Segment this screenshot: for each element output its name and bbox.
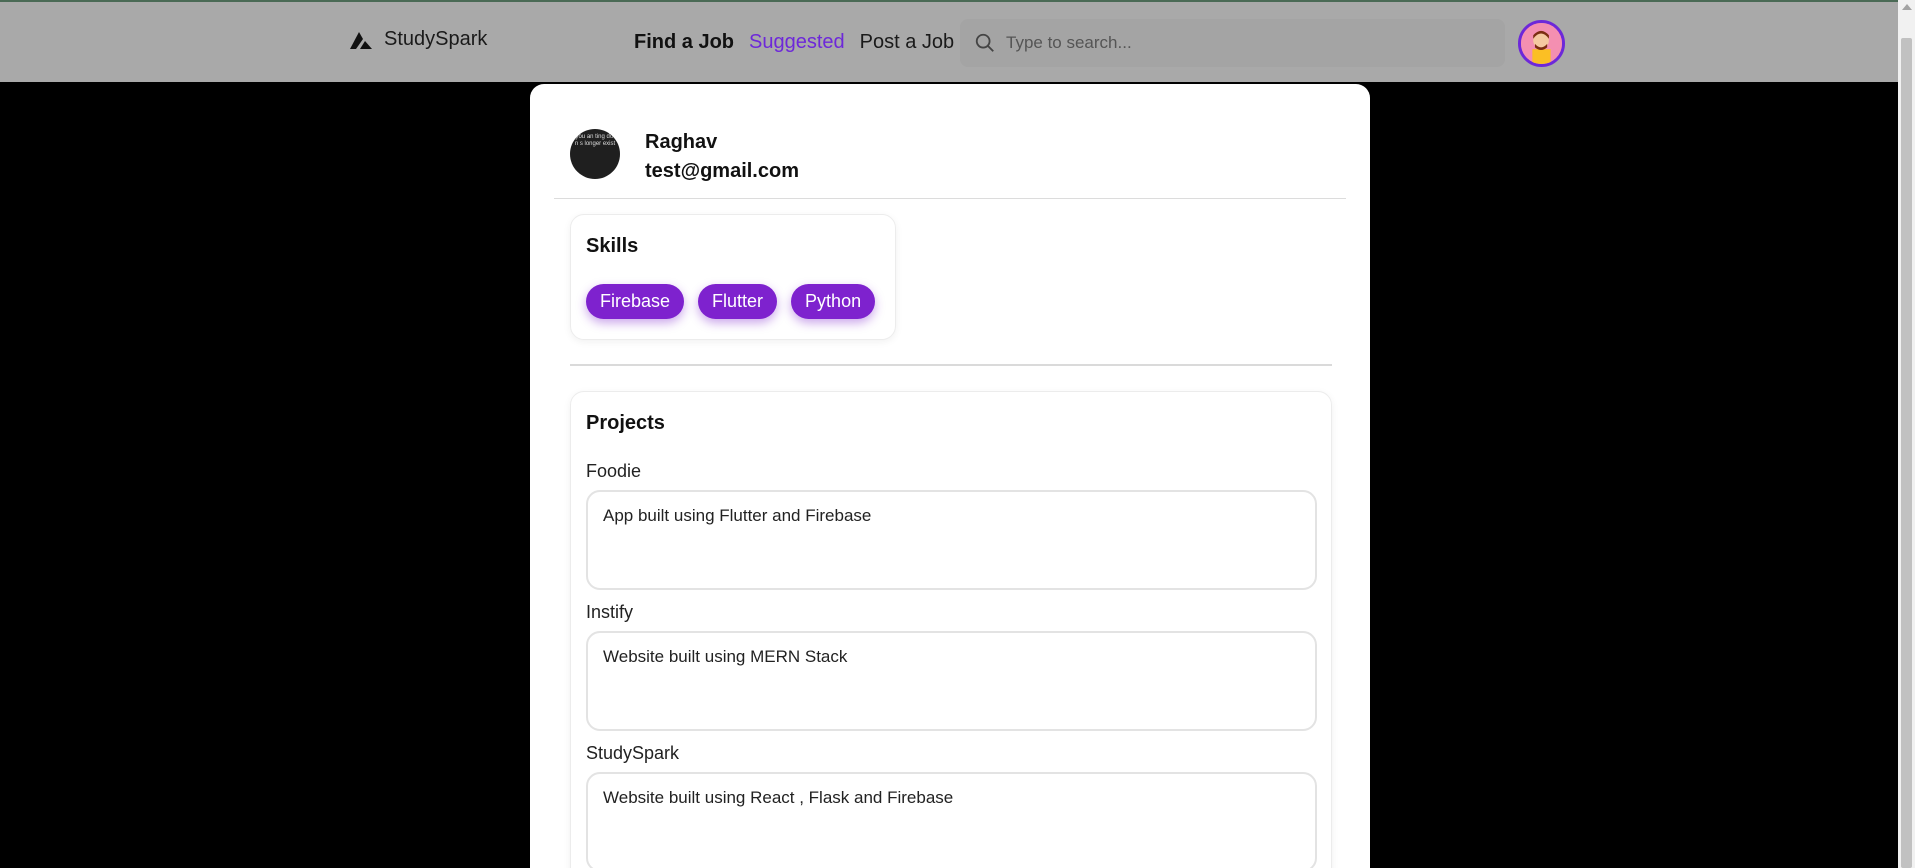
- divider: [570, 364, 1332, 366]
- profile-info: Raghav test@gmail.com: [645, 129, 799, 183]
- skill-chip-firebase[interactable]: Firebase: [586, 284, 685, 319]
- nav-post-a-job[interactable]: Post a Job: [860, 31, 955, 54]
- search-bar: [960, 19, 1505, 67]
- project-name: Foodie: [586, 461, 642, 481]
- projects-title: Projects: [586, 412, 665, 434]
- nav-find-a-job[interactable]: Find a Job: [634, 31, 734, 54]
- profile-header: e you an ting does n s longer exist Ragh…: [570, 129, 799, 183]
- profile-name: Raghav: [645, 131, 718, 153]
- studyspark-logo-icon: [350, 31, 372, 49]
- project-name: Instify: [586, 602, 634, 622]
- profile-email: test@gmail.com: [645, 160, 799, 182]
- skills-list: Firebase Flutter Python: [586, 284, 880, 319]
- brand-name: StudySpark: [384, 28, 488, 50]
- scrollbar-thumb[interactable]: [1901, 38, 1912, 868]
- search-icon: [975, 33, 994, 52]
- nav-links: Find a Job Suggested Post a Job: [634, 31, 954, 54]
- profile-avatar: e you an ting does n s longer exist: [570, 129, 620, 179]
- top-navbar: StudySpark Find a Job Suggested Post a J…: [0, 0, 1898, 82]
- avatar-icon: [1521, 23, 1562, 64]
- skill-chip-flutter[interactable]: Flutter: [698, 284, 778, 319]
- nav-suggested[interactable]: Suggested: [749, 31, 845, 54]
- project-name: StudySpark: [586, 743, 680, 763]
- skills-section: Skills Firebase Flutter Python: [570, 214, 896, 340]
- skill-chip-python[interactable]: Python: [791, 284, 876, 319]
- projects-section: Projects Foodie App built using Flutter …: [570, 391, 1332, 868]
- user-avatar[interactable]: [1518, 20, 1565, 67]
- project-description[interactable]: App built using Flutter and Firebase: [586, 490, 1317, 590]
- vertical-scrollbar[interactable]: [1898, 0, 1915, 868]
- search-input[interactable]: [1006, 33, 1486, 53]
- project-description[interactable]: Website built using React , Flask and Fi…: [586, 772, 1317, 868]
- project-description[interactable]: Website built using MERN Stack: [586, 631, 1317, 731]
- brand-logo[interactable]: StudySpark: [348, 28, 487, 51]
- skills-title: Skills: [586, 235, 639, 257]
- scroll-up-arrow-icon[interactable]: [1902, 4, 1912, 10]
- divider: [554, 198, 1346, 199]
- profile-card: e you an ting does n s longer exist Ragh…: [530, 84, 1370, 868]
